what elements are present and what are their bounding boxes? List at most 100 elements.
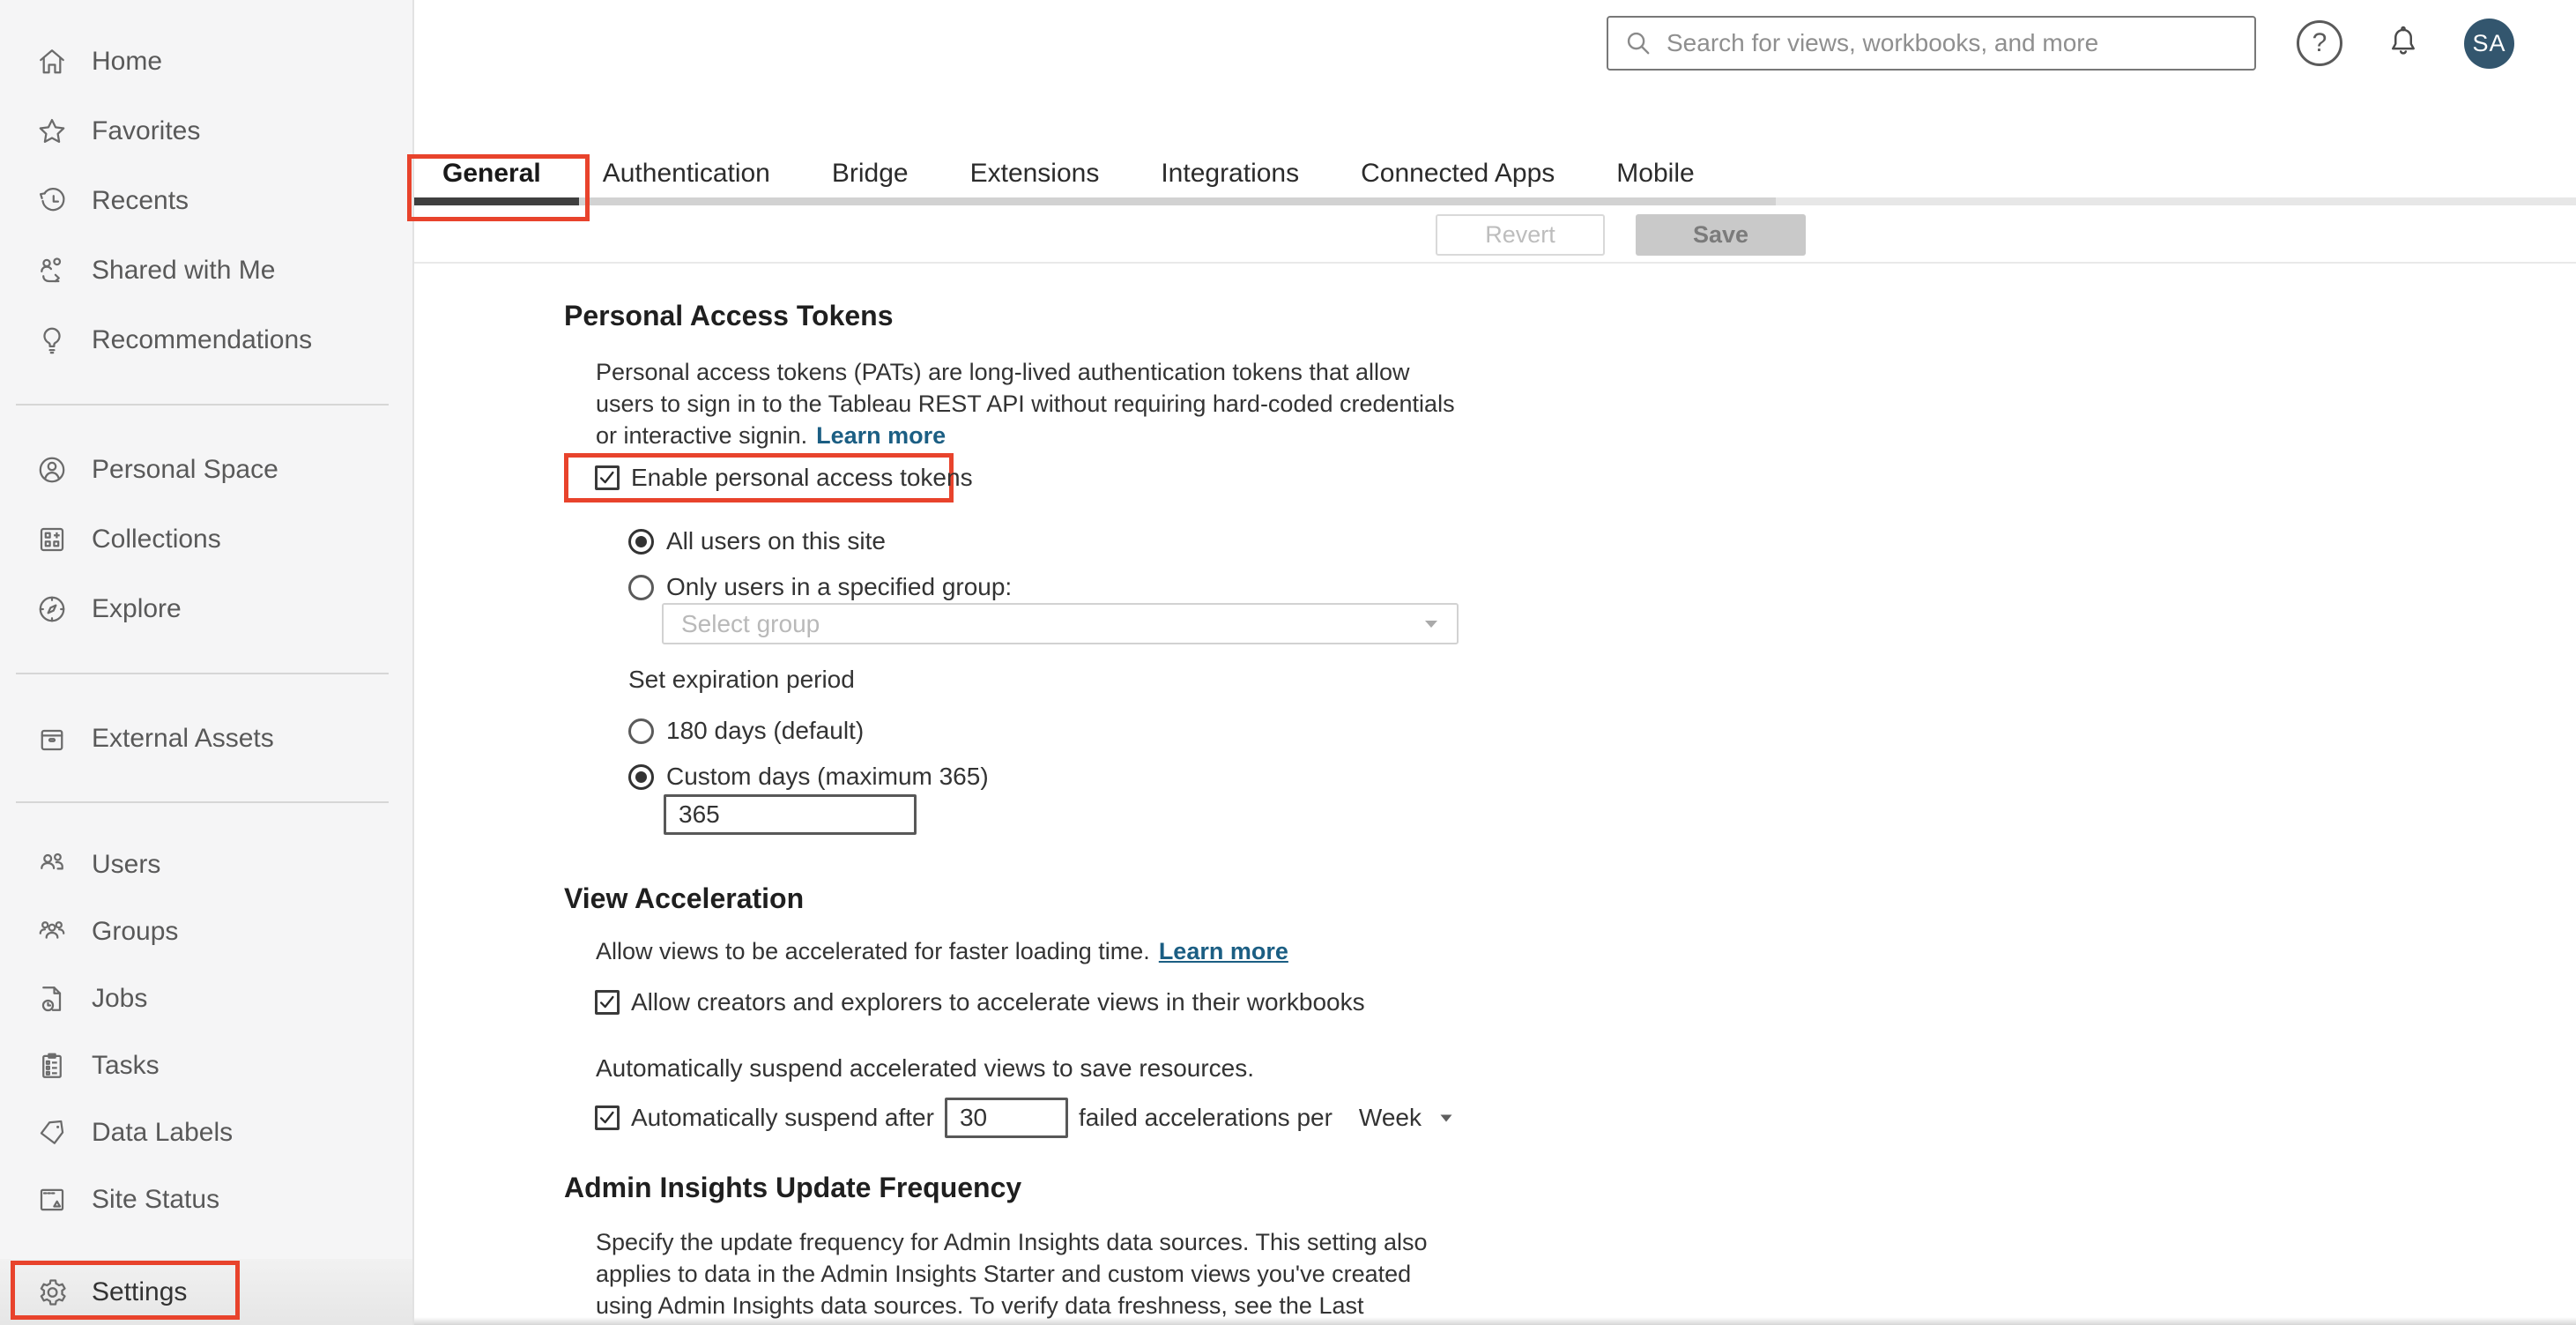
sidebar-item-tasks[interactable]: Tasks bbox=[0, 1032, 412, 1099]
save-button[interactable]: Save bbox=[1636, 214, 1806, 256]
site-status-icon bbox=[35, 1183, 69, 1217]
revert-button[interactable]: Revert bbox=[1436, 214, 1605, 256]
checkmark-icon bbox=[599, 471, 614, 484]
tab-extensions[interactable]: Extensions bbox=[970, 152, 1100, 196]
pat-learn-more-link[interactable]: Learn more bbox=[816, 422, 946, 449]
question-mark-icon: ? bbox=[2312, 28, 2327, 57]
suspend-period-select[interactable]: Week bbox=[1359, 1104, 1453, 1132]
sidebar-item-personal-space[interactable]: Personal Space bbox=[0, 435, 412, 504]
group-select-placeholder: Select group bbox=[681, 609, 820, 637]
tab-mobile[interactable]: Mobile bbox=[1616, 152, 1694, 196]
sidebar-item-users[interactable]: Users bbox=[0, 831, 412, 898]
sidebar-item-label: External Assets bbox=[92, 723, 274, 753]
sidebar-divider bbox=[16, 801, 389, 803]
sidebar-item-label: Jobs bbox=[92, 984, 148, 1013]
tab-bar: General Authentication Bridge Extensions… bbox=[442, 152, 1695, 196]
tab-connected-apps[interactable]: Connected Apps bbox=[1361, 152, 1555, 196]
jobs-icon bbox=[35, 982, 69, 1016]
expiration-period-label: Set expiration period bbox=[628, 666, 855, 693]
tab-integrations[interactable]: Integrations bbox=[1161, 152, 1299, 196]
sidebar-item-home[interactable]: Home bbox=[0, 26, 412, 96]
pat-description-text: Personal access tokens (PATs) are long-l… bbox=[596, 359, 1455, 449]
admin-insights-description: Specify the update frequency for Admin I… bbox=[596, 1229, 1428, 1325]
sidebar-item-label: Settings bbox=[92, 1277, 188, 1306]
view-acceleration-description: Allow views to be accelerated for faster… bbox=[596, 935, 1468, 967]
sidebar-item-label: Personal Space bbox=[92, 454, 278, 484]
all-users-label: All users on this site bbox=[666, 527, 886, 555]
sidebar-item-label: Site Status bbox=[92, 1185, 220, 1214]
sidebar-item-label: Tasks bbox=[92, 1051, 160, 1080]
sidebar-item-label: Recents bbox=[92, 185, 189, 215]
lightbulb-icon bbox=[35, 324, 69, 357]
sidebar-item-label: Recommendations bbox=[92, 324, 313, 354]
avatar[interactable]: SA bbox=[2464, 18, 2514, 69]
tasks-icon bbox=[35, 1049, 69, 1083]
sidebar-item-recents[interactable]: Recents bbox=[0, 166, 412, 235]
sidebar-item-explore[interactable]: Explore bbox=[0, 574, 412, 644]
shared-people-icon bbox=[35, 254, 69, 287]
sidebar-item-recommendations[interactable]: Recommendations bbox=[0, 305, 412, 375]
enable-pat-row[interactable]: Enable personal access tokens bbox=[595, 464, 973, 492]
expiration-radios: 180 days (default) Custom days (maximum … bbox=[628, 713, 2576, 794]
sidebar-item-label: Data Labels bbox=[92, 1118, 234, 1147]
sidebar-item-data-labels[interactable]: Data Labels bbox=[0, 1099, 412, 1166]
collections-icon bbox=[35, 523, 69, 556]
days-180-label: 180 days (default) bbox=[666, 717, 865, 744]
search-box[interactable] bbox=[1607, 16, 2256, 71]
main-area: ? SA General Authentication Bridge Exten… bbox=[407, 0, 2576, 1325]
chevron-down-icon bbox=[1440, 1114, 1452, 1121]
sidebar-item-collections[interactable]: Collections bbox=[0, 504, 412, 574]
allow-acceleration-checkbox[interactable] bbox=[595, 990, 620, 1015]
help-button[interactable]: ? bbox=[2297, 20, 2342, 66]
suspend-suffix-label: failed accelerations per bbox=[1078, 1104, 1333, 1131]
sidebar-item-label: Groups bbox=[92, 917, 179, 946]
radio-row-specified-group[interactable]: Only users in a specified group: bbox=[628, 569, 2576, 605]
notifications-button[interactable] bbox=[2383, 21, 2424, 65]
suspend-count-input[interactable] bbox=[944, 1098, 1068, 1138]
sidebar-item-label: Home bbox=[92, 46, 163, 76]
sidebar-item-jobs[interactable]: Jobs bbox=[0, 965, 412, 1032]
days-180-radio[interactable] bbox=[628, 718, 654, 744]
sidebar-item-label: Explore bbox=[92, 593, 182, 623]
enable-pat-checkbox[interactable] bbox=[595, 465, 620, 490]
compass-icon bbox=[35, 592, 69, 626]
radio-row-all-users[interactable]: All users on this site bbox=[628, 524, 2576, 559]
radio-row-custom-days[interactable]: Custom days (maximum 365) bbox=[628, 759, 2576, 794]
auto-suspend-label: Automatically suspend after bbox=[631, 1104, 934, 1131]
sidebar-item-label: Collections bbox=[92, 524, 221, 554]
tableau-settings-page: Home Favorites Recents Shared with Me Re bbox=[0, 0, 2576, 1325]
home-icon bbox=[35, 45, 69, 78]
sidebar-item-external-assets[interactable]: External Assets bbox=[0, 703, 412, 773]
specified-group-radio[interactable] bbox=[628, 574, 654, 600]
auto-suspend-checkbox[interactable] bbox=[595, 1105, 620, 1130]
tab-bridge[interactable]: Bridge bbox=[832, 152, 909, 196]
search-input[interactable] bbox=[1665, 28, 2238, 58]
view-acceleration-learn-more-link[interactable]: Learn more bbox=[1159, 938, 1288, 964]
custom-days-input[interactable] bbox=[664, 794, 917, 835]
sidebar-item-label: Users bbox=[92, 850, 161, 879]
group-select[interactable]: Select group bbox=[662, 603, 1459, 644]
radio-row-180-days[interactable]: 180 days (default) bbox=[628, 713, 2576, 748]
section-title-personal-access-tokens: Personal Access Tokens bbox=[564, 300, 894, 331]
groups-icon bbox=[35, 915, 69, 949]
chevron-down-icon bbox=[1425, 620, 1437, 628]
allow-acceleration-row[interactable]: Allow creators and explorers to accelera… bbox=[595, 988, 2576, 1016]
checkmark-icon bbox=[599, 1111, 614, 1124]
sidebar-item-site-status[interactable]: Site Status bbox=[0, 1166, 412, 1233]
sidebar-item-favorites[interactable]: Favorites bbox=[0, 96, 412, 166]
sidebar-divider bbox=[16, 673, 389, 674]
sidebar-item-groups[interactable]: Groups bbox=[0, 898, 412, 965]
suspend-period-value: Week bbox=[1358, 1104, 1422, 1131]
specified-group-label: Only users in a specified group: bbox=[666, 573, 1013, 600]
custom-days-radio[interactable] bbox=[628, 763, 654, 790]
tab-general[interactable]: General bbox=[442, 152, 541, 196]
all-users-radio[interactable] bbox=[628, 528, 654, 555]
sidebar-item-settings[interactable]: Settings bbox=[0, 1259, 412, 1325]
pat-description: Personal access tokens (PATs) are long-l… bbox=[596, 356, 1468, 451]
sidebar-item-shared-with-me[interactable]: Shared with Me bbox=[0, 235, 412, 305]
tab-active-underline bbox=[414, 197, 579, 205]
allow-acceleration-label: Allow creators and explorers to accelera… bbox=[631, 988, 1365, 1016]
sidebar-divider bbox=[16, 404, 389, 406]
users-icon bbox=[35, 848, 69, 882]
tab-authentication[interactable]: Authentication bbox=[603, 152, 770, 196]
